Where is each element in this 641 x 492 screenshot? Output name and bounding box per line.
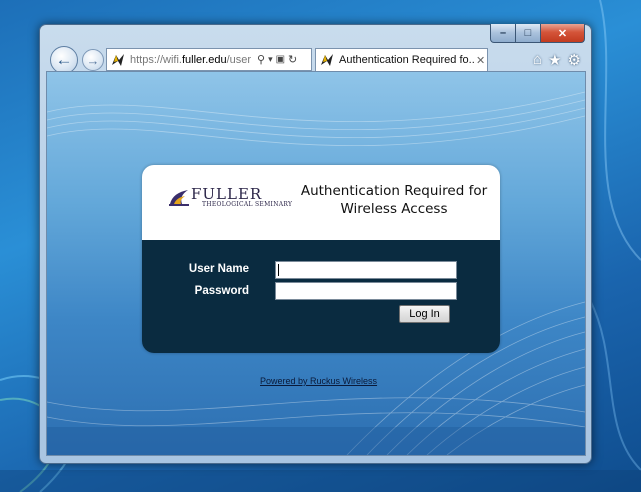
- url-domain: fuller.edu: [181, 53, 227, 66]
- forward-arrow-icon: →: [86, 52, 100, 68]
- lock-icon[interactable]: ▣: [276, 54, 285, 65]
- browser-command-icons: ⌂ ★ ⚙: [533, 51, 581, 69]
- page-title-line1: Authentication Required for: [300, 183, 488, 199]
- refresh-icon[interactable]: ↻: [288, 53, 297, 66]
- login-button[interactable]: Log In: [399, 305, 450, 323]
- page-title: Authentication Required for Wireless Acc…: [288, 182, 500, 218]
- address-bar[interactable]: https://wifi.fuller.edu/user ⚲ ▾ ▣ ↻: [106, 48, 312, 71]
- dropdown-icon[interactable]: ▾: [268, 54, 273, 65]
- back-button[interactable]: ←: [50, 46, 78, 74]
- search-icon[interactable]: ⚲: [257, 53, 265, 66]
- site-favicon-icon: [112, 53, 124, 66]
- username-input[interactable]: [275, 261, 457, 279]
- minimize-button[interactable]: –: [490, 24, 516, 43]
- fuller-logo: FULLER THEOLOGICAL SEMINARY: [168, 185, 293, 212]
- back-arrow-icon: ←: [55, 50, 73, 69]
- tab-close-icon[interactable]: ✕: [476, 54, 485, 67]
- fuller-flame-icon: [169, 190, 189, 206]
- url-suffix: /user: [226, 53, 252, 66]
- password-label: Password: [194, 285, 249, 297]
- login-card: FULLER THEOLOGICAL SEMINARY Authenticati…: [142, 165, 500, 353]
- url-text[interactable]: https://wifi.fuller.edu/user: [130, 54, 254, 66]
- tab-authentication[interactable]: Authentication Required fo... ✕: [315, 48, 488, 71]
- address-tools: ⚲ ▾ ▣ ↻: [257, 53, 297, 66]
- maximize-button[interactable]: □: [516, 24, 541, 43]
- close-button[interactable]: ✕: [541, 24, 585, 43]
- tab-favicon-icon: [321, 54, 333, 66]
- logo-subtitle: THEOLOGICAL SEMINARY: [202, 201, 293, 208]
- tools-gear-icon[interactable]: ⚙: [568, 51, 581, 69]
- url-prefix: https://wifi.: [130, 53, 182, 66]
- browser-window: – □ ✕ ← → https://wifi.fuller.edu/user ⚲…: [39, 24, 592, 464]
- page-viewport: FULLER THEOLOGICAL SEMINARY Authenticati…: [46, 71, 586, 456]
- home-icon[interactable]: ⌂: [533, 51, 542, 69]
- window-controls: – □ ✕: [490, 24, 585, 43]
- text-caret: [278, 264, 279, 276]
- username-label: User Name: [188, 263, 249, 275]
- password-input[interactable]: [275, 282, 457, 300]
- tab-title: Authentication Required fo...: [339, 54, 474, 66]
- favorites-star-icon[interactable]: ★: [548, 51, 561, 69]
- forward-button[interactable]: →: [82, 49, 104, 71]
- login-card-header: FULLER THEOLOGICAL SEMINARY Authenticati…: [142, 165, 500, 240]
- login-form: User Name Password Log In: [142, 240, 500, 353]
- powered-by-link[interactable]: Powered by Ruckus Wireless: [260, 376, 377, 386]
- page-title-line2: Wireless Access: [340, 201, 448, 217]
